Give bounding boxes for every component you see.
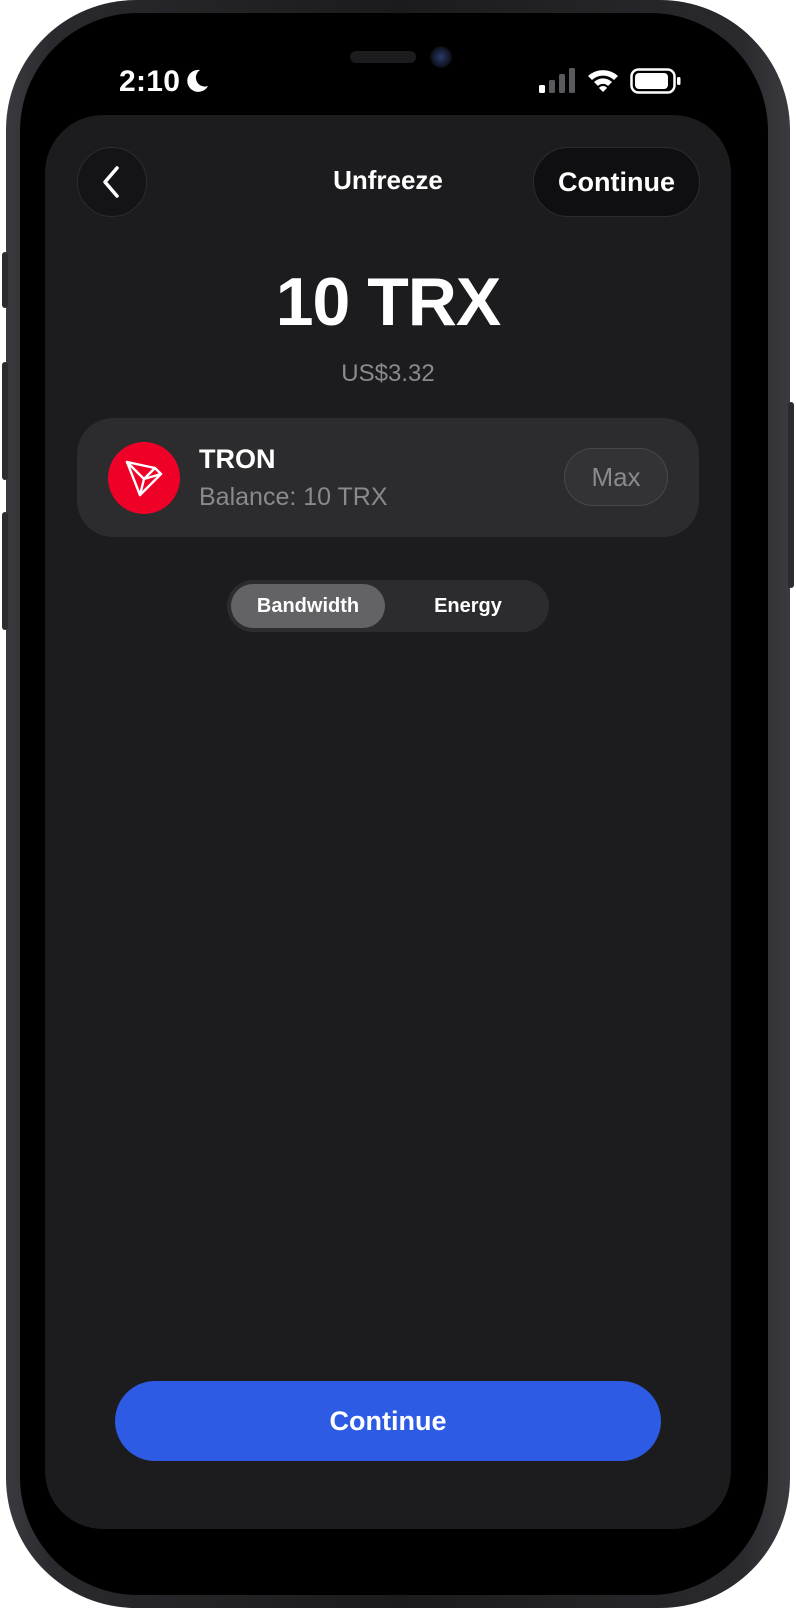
power-button <box>788 402 794 588</box>
status-bar: 2:10 <box>20 13 768 113</box>
tab-energy[interactable]: Energy <box>391 584 545 628</box>
resource-segmented-control: Bandwidth Energy <box>227 580 549 632</box>
front-camera <box>430 46 452 68</box>
unfreeze-sheet: Unfreeze Continue 10 TRX US$3.32 TRON Ba… <box>45 115 731 1529</box>
asset-card: TRON Balance: 10 TRX Max <box>77 418 699 537</box>
asset-balance: Balance: 10 TRX <box>199 483 388 511</box>
status-time: 2:10 <box>119 65 181 98</box>
tron-logo-icon <box>108 442 180 514</box>
action-button <box>2 252 8 308</box>
wifi-icon <box>588 70 618 92</box>
header-continue-button[interactable]: Continue <box>533 147 700 217</box>
tab-bandwidth[interactable]: Bandwidth <box>231 584 385 628</box>
moon-icon <box>187 69 208 92</box>
cellular-signal-icon <box>539 68 575 93</box>
volume-down-button <box>2 512 8 630</box>
tron-triangle-icon <box>125 460 163 497</box>
asset-name: TRON <box>199 444 276 474</box>
max-button[interactable]: Max <box>564 448 668 506</box>
battery-icon <box>630 68 681 94</box>
earpiece-speaker <box>350 51 416 63</box>
fiat-value: US$3.32 <box>341 360 435 387</box>
amount-value: 10 TRX <box>275 264 502 340</box>
volume-up-button <box>2 362 8 480</box>
continue-button[interactable]: Continue <box>115 1381 661 1461</box>
